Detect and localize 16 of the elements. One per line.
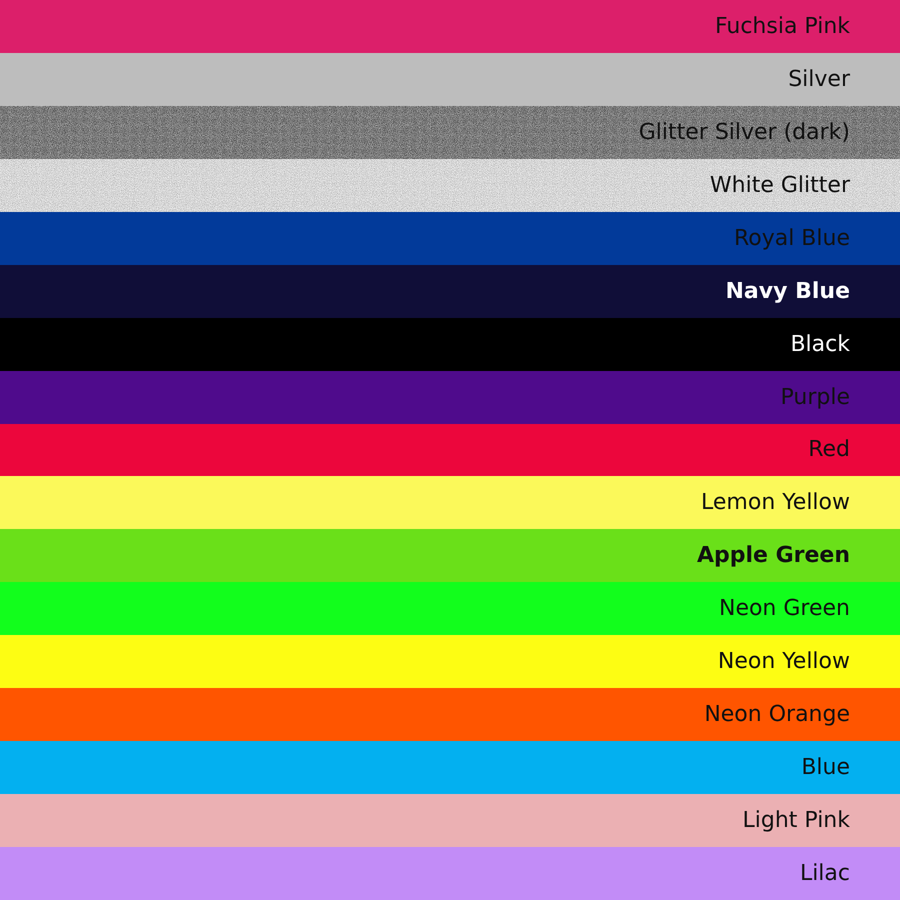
- color-name: White Glitter: [710, 172, 850, 198]
- color-name: Neon Orange: [704, 702, 850, 728]
- color-name: Light Pink: [742, 808, 850, 834]
- color-name: Blue: [801, 755, 850, 780]
- color-name: Neon Yellow: [718, 649, 850, 674]
- color-name: Red: [808, 437, 850, 462]
- color-name: Lilac: [800, 860, 850, 886]
- color-name: Purple: [780, 384, 850, 410]
- color-name: Apple Green: [696, 543, 850, 568]
- color-name: Fuchsia Pink: [714, 14, 850, 39]
- color-name: Black: [790, 332, 850, 357]
- color-name: Lemon Yellow: [701, 490, 850, 516]
- color-name: Neon Green: [718, 596, 850, 622]
- color-name: Royal Blue: [734, 226, 850, 251]
- color-name: Silver: [788, 66, 850, 92]
- color-name: Navy Blue: [726, 278, 850, 304]
